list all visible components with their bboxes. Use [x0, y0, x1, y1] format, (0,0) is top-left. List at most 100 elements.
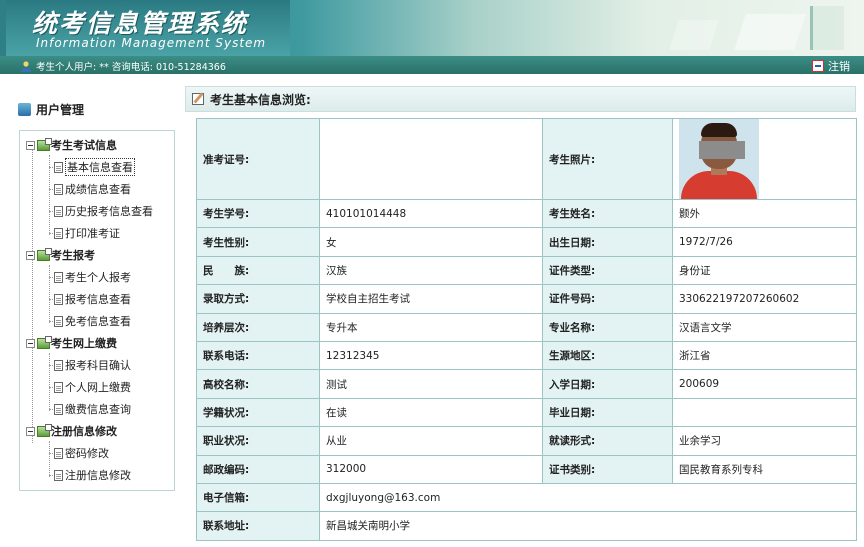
tree-item-registration-info[interactable]: 报考信息查看	[54, 289, 131, 309]
table-row: 培养层次: 专升本 专业名称: 汉语言文学	[196, 312, 857, 342]
field-label: 专业名称:	[542, 312, 673, 342]
admission-number-value	[319, 118, 543, 200]
panel-title: 考生基本信息浏览:	[210, 92, 311, 107]
field-label: 证书类别:	[542, 454, 673, 484]
field-value	[672, 397, 857, 428]
collapse-icon[interactable]	[26, 250, 35, 260]
table-row: 考生学号: 410101014448 考生姓名: 颢外	[196, 198, 857, 229]
header-decoration	[734, 14, 806, 50]
tree-item-label: 打印准考证	[65, 227, 120, 240]
sidebar-title-label: 用户管理	[36, 103, 85, 117]
field-label: 邮政编码:	[196, 454, 320, 484]
field-value: 颢外	[672, 198, 857, 229]
tree-item-password-change[interactable]: 密码修改	[54, 443, 109, 463]
tree-group-account-edit[interactable]: 注册信息修改	[26, 421, 117, 441]
field-value: 汉族	[319, 255, 543, 286]
photo-cell	[672, 118, 857, 200]
tree-item-label: 缴费信息查询	[65, 403, 131, 416]
tree-item-history-info[interactable]: 历史报考信息查看	[54, 201, 153, 221]
field-value: 浙江省	[672, 340, 857, 371]
tree-group-online-payment[interactable]: 考生网上缴费	[26, 333, 117, 353]
page-icon	[54, 183, 63, 195]
page-icon	[54, 315, 63, 327]
field-value: 312000	[319, 454, 543, 484]
tree-item-personal-registration[interactable]: 考生个人报考	[54, 267, 131, 287]
user-info: 考生个人用户: ** 咨询电话: 010-51284366	[20, 59, 226, 73]
field-label: 考生学号:	[196, 198, 320, 229]
field-value: 国民教育系列专科	[672, 454, 857, 484]
panel-header: 考生基本信息浏览:	[185, 86, 856, 112]
tree-group-registration[interactable]: 考生报考	[26, 245, 95, 265]
table-row: 职业状况: 从业 就读形式: 业余学习	[196, 426, 857, 456]
tree-item-score-info[interactable]: 成绩信息查看	[54, 179, 131, 199]
field-label: 考生性别:	[196, 227, 320, 257]
email-label: 电子信箱:	[196, 482, 320, 513]
field-value: 业余学习	[672, 426, 857, 456]
tree-item-label: 考生个人报考	[65, 271, 131, 284]
table-row: 电子信箱: dxgjluyong@163.com	[196, 482, 857, 513]
collapse-icon[interactable]	[26, 140, 35, 150]
sidebar-title: 用户管理	[18, 101, 84, 118]
field-value: 测试	[319, 369, 543, 399]
tree-group-exam-info[interactable]: 考生考试信息	[26, 135, 117, 155]
page-icon	[54, 293, 63, 305]
tree-item-basic-info[interactable]: 基本信息查看	[54, 157, 135, 177]
field-label: 证件号码:	[542, 284, 673, 314]
tree-item-label: 报考信息查看	[65, 293, 131, 306]
header-decoration	[669, 20, 719, 50]
field-value: 330622197207260602	[672, 284, 857, 314]
address-value: 新昌城关南明小学	[319, 511, 857, 541]
table-row: 学籍状况: 在读 毕业日期:	[196, 397, 857, 428]
field-label: 民 族:	[196, 255, 320, 286]
page-icon	[54, 381, 63, 393]
page-icon	[54, 227, 63, 239]
table-row: 民 族: 汉族 证件类型: 身份证	[196, 255, 857, 286]
tree-item-payment-query[interactable]: 缴费信息查询	[54, 399, 131, 419]
field-value: 身份证	[672, 255, 857, 286]
page-icon	[54, 359, 63, 371]
tree-item-profile-edit[interactable]: 注册信息修改	[54, 465, 131, 485]
field-value: 在读	[319, 397, 543, 428]
tree-connector	[32, 149, 33, 443]
field-value: 12312345	[319, 340, 543, 371]
folder-icon	[37, 137, 52, 151]
tree-group-label: 考生网上缴费	[51, 337, 117, 350]
logout-button[interactable]: 注销	[812, 58, 850, 74]
tree-item-label: 注册信息修改	[65, 469, 131, 482]
edit-icon	[192, 93, 204, 105]
collapse-icon[interactable]	[26, 426, 35, 436]
app-header: 统考信息管理系统 Information Management System	[0, 0, 864, 56]
field-value: 从业	[319, 426, 543, 456]
tree-item-label: 免考信息查看	[65, 315, 131, 328]
student-info-table: 准考证号: 考生照片: 考生学号: 410101014448 考生姓名: 颢外 …	[196, 118, 857, 541]
table-row: 联系电话: 12312345 生源地区: 浙江省	[196, 340, 857, 371]
tree-item-personal-payment[interactable]: 个人网上缴费	[54, 377, 131, 397]
page-icon	[54, 447, 63, 459]
field-value: 女	[319, 227, 543, 257]
tree-group-label: 注册信息修改	[51, 425, 117, 438]
field-value: 200609	[672, 369, 857, 399]
collapse-icon[interactable]	[26, 338, 35, 348]
field-label: 学籍状况:	[196, 397, 320, 428]
photo-label: 考生照片:	[542, 118, 673, 200]
tree-item-subject-confirm[interactable]: 报考科目确认	[54, 355, 131, 375]
tree-item-exemption-info[interactable]: 免考信息查看	[54, 311, 131, 331]
field-label: 出生日期:	[542, 227, 673, 257]
tree-item-label: 基本信息查看	[65, 158, 135, 176]
table-row: 准考证号: 考生照片:	[196, 118, 857, 200]
field-label: 就读形式:	[542, 426, 673, 456]
table-row: 录取方式: 学校自主招生考试 证件号码: 330622197207260602	[196, 284, 857, 314]
table-row: 考生性别: 女 出生日期: 1972/7/26	[196, 227, 857, 257]
tree-connector	[49, 353, 50, 411]
tree-connector	[49, 265, 50, 323]
address-label: 联系地址:	[196, 511, 320, 541]
tree-item-label: 个人网上缴费	[65, 381, 131, 394]
tree-item-print-admission[interactable]: 打印准考证	[54, 223, 120, 243]
field-value: 专升本	[319, 312, 543, 342]
tree-item-label: 密码修改	[65, 447, 109, 460]
folder-icon	[37, 423, 52, 437]
nav-tree: 考生考试信息 基本信息查看 成绩信息查看 历史报考信息查看 打印准考证 考生报考…	[19, 130, 175, 491]
folder-icon	[37, 335, 52, 349]
field-label: 录取方式:	[196, 284, 320, 314]
table-row: 邮政编码: 312000 证书类别: 国民教育系列专科	[196, 454, 857, 484]
